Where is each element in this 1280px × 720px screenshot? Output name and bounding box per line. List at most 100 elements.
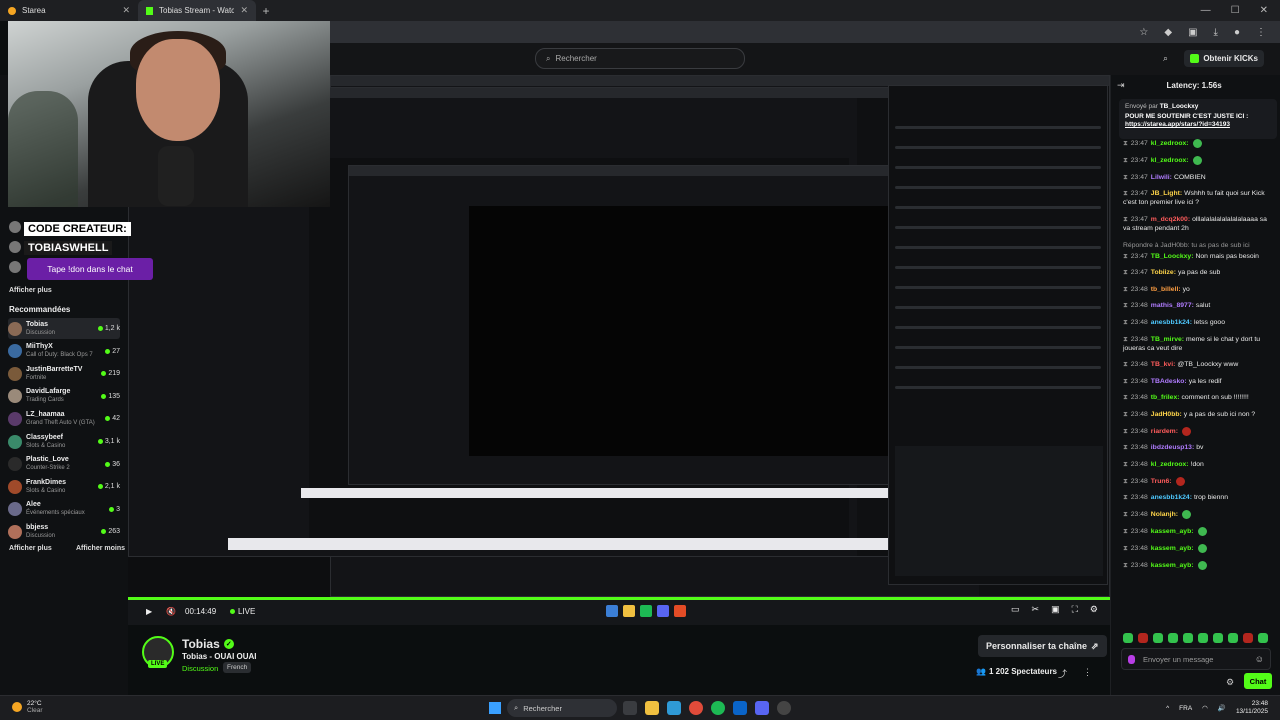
collapse-chat-icon[interactable]: ⇥	[1117, 80, 1125, 91]
message-user[interactable]: TB_mirve:	[1151, 336, 1184, 343]
download-icon[interactable]: ⤓	[1214, 27, 1218, 38]
message-user[interactable]: TB_Loockxy:	[1151, 253, 1194, 260]
tab-starea[interactable]: Starea ✕	[0, 0, 138, 21]
chat-message[interactable]: ⧗ 23:47 kl_zedroox:	[1111, 155, 1280, 165]
message-user[interactable]: riardem:	[1151, 428, 1178, 435]
chat-message[interactable]: ⧗ 23:48 tb_billell: yo	[1111, 285, 1280, 294]
emote-icon[interactable]	[1213, 633, 1223, 643]
chat-input[interactable]: Envoyer un message ☺	[1121, 648, 1271, 670]
chat-message[interactable]: ⧗ 23:48 Trun6:	[1111, 476, 1280, 486]
language-tag[interactable]: French	[223, 662, 252, 673]
theater-icon[interactable]: ▭	[1011, 604, 1020, 615]
chat-message[interactable]: ⧗ 23:48 kassem_ayb:	[1111, 560, 1280, 570]
new-tab-button[interactable]: +	[256, 4, 276, 18]
language-indicator[interactable]: FRA	[1179, 705, 1192, 712]
message-user[interactable]: TBAdesko:	[1151, 378, 1187, 385]
avatar[interactable]	[9, 261, 21, 273]
windows-start-icon[interactable]	[489, 702, 501, 714]
fullscreen-icon[interactable]: ⛶	[1072, 604, 1078, 615]
sidebar-icon[interactable]: ▣	[1188, 27, 1197, 38]
edge-icon[interactable]	[667, 701, 681, 715]
bookmark-star-icon[interactable]: ☆	[1139, 27, 1148, 38]
header-search-icon[interactable]: ⌕	[1163, 53, 1168, 64]
chat-settings-icon[interactable]: ⚙	[1226, 677, 1234, 688]
chat-send-button[interactable]: Chat	[1244, 673, 1272, 689]
message-user[interactable]: m_dcq2k00:	[1151, 216, 1190, 223]
emote-icon[interactable]	[1198, 633, 1208, 643]
obs-icon[interactable]	[777, 701, 791, 715]
chat-message[interactable]: ⧗ 23:48 anesbb1k24: trop biennn	[1111, 493, 1280, 502]
more-options-icon[interactable]: ⋮	[1083, 667, 1092, 678]
emote-icon[interactable]	[1183, 633, 1193, 643]
show-less-link[interactable]: Afficher moins	[76, 545, 125, 552]
emote-icon[interactable]	[1123, 633, 1133, 643]
chat-message[interactable]: ⧗ 23:48 kassem_ayb:	[1111, 543, 1280, 553]
clip-icon[interactable]: ✂	[1032, 604, 1040, 615]
wifi-icon[interactable]: ◠	[1202, 704, 1208, 712]
personalize-channel-button[interactable]: Personnaliser ta chaîne ⇗	[978, 635, 1107, 657]
message-user[interactable]: kl_zedroox:	[1151, 140, 1189, 147]
pip-icon[interactable]: ▣	[1051, 604, 1060, 615]
message-user[interactable]: Trun6:	[1151, 478, 1172, 485]
emote-icon[interactable]	[1258, 633, 1268, 643]
chat-message[interactable]: ⧗ 23:48 Nolanjh:	[1111, 510, 1280, 520]
sidebar-channel[interactable]: Alee Événements spéciaux 3	[8, 499, 120, 520]
play-icon[interactable]: ▶	[146, 607, 152, 616]
close-window-icon[interactable]: ✕	[1260, 5, 1268, 16]
message-user[interactable]: JadH0bb:	[1151, 411, 1182, 418]
task-view-icon[interactable]	[623, 701, 637, 715]
message-user[interactable]: TB_kvi:	[1151, 361, 1176, 368]
chat-message[interactable]: ⧗ 23:47 kl_zedroox:	[1111, 139, 1280, 148]
message-user[interactable]: anesbb1k24:	[1151, 494, 1192, 501]
channel-name[interactable]: Tobias	[182, 637, 220, 651]
close-tab-icon[interactable]: ✕	[122, 5, 130, 16]
sidebar-channel[interactable]: MiiThyX Call of Duty: Black Ops 7 27	[8, 341, 120, 362]
file-explorer-icon[interactable]	[645, 701, 659, 715]
message-user[interactable]: kassem_ayb:	[1151, 528, 1194, 535]
emote-icon[interactable]	[1228, 633, 1238, 643]
extension-icon[interactable]: ◆	[1164, 27, 1172, 38]
message-user[interactable]: tb_frilex:	[1151, 394, 1180, 401]
avatar[interactable]	[9, 221, 21, 233]
emote-icon[interactable]	[1243, 633, 1253, 643]
sidebar-channel[interactable]: DavidLafarge Trading Cards 135	[8, 386, 120, 407]
search-input[interactable]: ⌕ Rechercher	[535, 48, 745, 69]
message-user[interactable]: JB_Light:	[1151, 190, 1182, 197]
pinned-user[interactable]: TB_Loockxy	[1160, 103, 1199, 110]
sidebar-channel[interactable]: Tobias Discussion 1,2 k	[8, 318, 120, 339]
pinned-link[interactable]: https://starea.app/stars/?id=34193	[1125, 121, 1271, 128]
emote-icon[interactable]	[1153, 633, 1163, 643]
chrome-icon[interactable]	[689, 701, 703, 715]
message-user[interactable]: kassem_ayb:	[1151, 545, 1194, 552]
chat-message[interactable]: ⧗ 23:47 Tobiize: ya pas de sub	[1111, 268, 1280, 277]
message-user[interactable]: mathis_8977:	[1151, 302, 1194, 309]
minimize-icon[interactable]: —	[1201, 5, 1211, 16]
message-user[interactable]: ibdzdeusp13:	[1151, 444, 1194, 451]
profile-icon[interactable]: ●	[1234, 27, 1240, 38]
settings-gear-icon[interactable]: ⚙	[1090, 604, 1098, 615]
tray-chevron-icon[interactable]: ^	[1166, 705, 1169, 712]
chat-message[interactable]: ⧗ 23:48 riardem:	[1111, 426, 1280, 436]
clock[interactable]: 23:48 13/11/2025	[1236, 700, 1268, 716]
chat-message[interactable]: ⧗ 23:48 TB_kvi: @TB_Loockxy www	[1111, 360, 1280, 369]
volume-icon[interactable]: 🔊	[1218, 704, 1226, 712]
sidebar-channel[interactable]: JustinBarretteTV Fortnite 219	[8, 363, 120, 384]
sidebar-channel[interactable]: bbjess Discussion 263	[8, 521, 120, 542]
message-user[interactable]: Lilwili:	[1151, 174, 1172, 181]
sidebar-channel[interactable]: LZ_haamaa Grand Theft Auto V (GTA) 42	[8, 408, 120, 429]
emoji-icon[interactable]: ☺	[1255, 654, 1264, 664]
chat-message[interactable]: ⧗ 23:48 TBAdesko: ya les redif	[1111, 377, 1280, 386]
get-kicks-button[interactable]: Obtenir KICKs	[1184, 50, 1264, 67]
progress-bar[interactable]	[128, 597, 1110, 600]
emote-icon[interactable]	[1138, 633, 1148, 643]
weather-widget[interactable]: 22°C Clear	[12, 700, 43, 714]
tab-kick-stream[interactable]: Tobias Stream - Watch Live on ✕	[138, 0, 256, 21]
chat-message[interactable]: ⧗ 23:48 kl_zedroox: !don	[1111, 460, 1280, 469]
chat-message[interactable]: ⧗ 23:47 m_dcq2k00: olllalalalalalalalalaaaa…	[1111, 215, 1280, 233]
chat-message[interactable]: ⧗ 23:47 TB_Loockxy: Non mais pas besoin	[1111, 252, 1280, 261]
message-user[interactable]: tb_billell:	[1151, 286, 1181, 293]
stream-category[interactable]: Discussion	[182, 664, 218, 673]
mute-icon[interactable]: 🔇	[166, 607, 176, 616]
sidebar-channel[interactable]: FrankDimes Slots & Casino 2,1 k	[8, 476, 120, 497]
chat-message[interactable]: ⧗ 23:48 TB_mirve: meme si le chat y dort tu…	[1111, 335, 1280, 353]
